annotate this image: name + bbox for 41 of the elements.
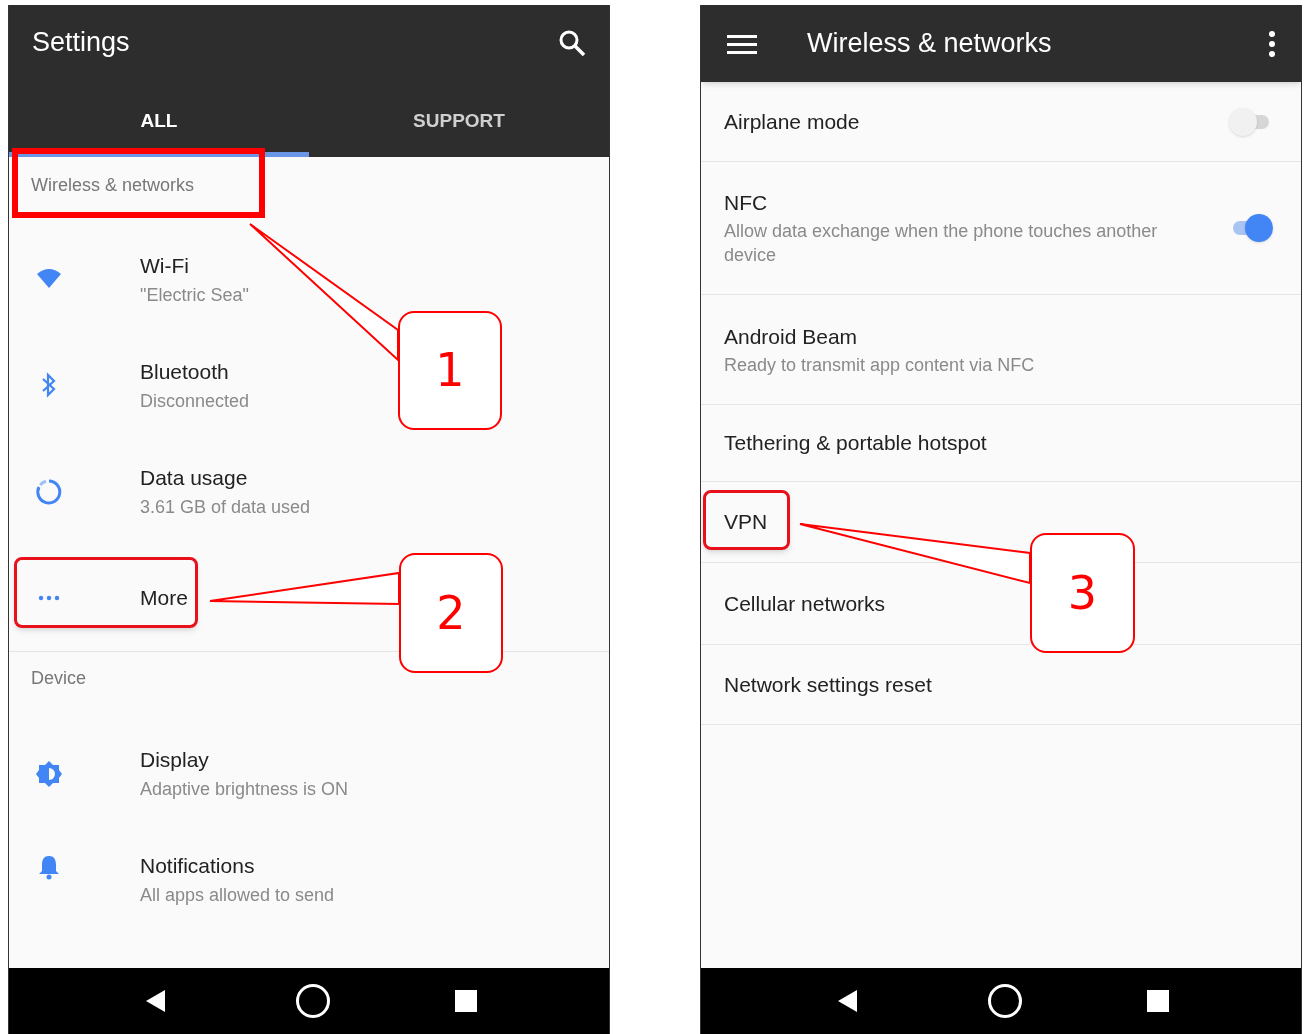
screen-title: Wireless & networks [807, 27, 1053, 61]
item-title: Network settings reset [724, 671, 932, 698]
item-title: Android Beam [724, 323, 859, 350]
callout-bubble: 3 [1030, 533, 1135, 653]
callout-bubble: 2 [399, 553, 503, 673]
tab[interactable]: ALL [9, 80, 309, 157]
item-title: Bluetooth [140, 359, 230, 385]
item-subtitle: Adaptive brightness is ON [140, 778, 349, 801]
circle-arc-icon [35, 478, 63, 506]
item-title: Data usage [140, 465, 249, 491]
item-title: Display [140, 747, 210, 773]
item-title: Tethering & portable hotspot [724, 430, 987, 456]
item-title: Airplane mode [724, 108, 860, 135]
item-title: Wi-Fi [140, 253, 190, 279]
settings-item[interactable]: Airplane mode [701, 82, 1301, 162]
item-subtitle: Disconnected [140, 390, 250, 413]
item-subtitle: All apps allowed to send [140, 884, 335, 907]
recents-button[interactable] [1146, 990, 1169, 1012]
item-subtitle: "Electric Sea" [140, 284, 249, 307]
item-subtitle: Allow data exchange when the phone touches another device [724, 220, 1159, 267]
section-header: Wireless & networks [31, 173, 195, 197]
settings-item[interactable]: NFC Allow data exchange when the phone touches another device [701, 162, 1301, 295]
section-header: Device [31, 667, 87, 690]
screen-title: Settings [32, 26, 130, 60]
item-title: More [140, 585, 188, 611]
home-button[interactable] [988, 984, 1022, 1018]
callout-bubble: 1 [398, 311, 502, 430]
settings-item[interactable]: Android Beam Ready to transmit app content via NFC [701, 295, 1301, 405]
item-subtitle: 3.61 GB of data used [140, 496, 311, 519]
item-subtitle: Ready to transmit app content via NFC [724, 353, 1035, 377]
item-title: VPN [724, 509, 768, 535]
recents-button[interactable] [454, 990, 477, 1012]
home-button[interactable] [296, 984, 330, 1018]
more-dots-icon [38, 595, 60, 601]
more-options-icon[interactable] [1267, 29, 1277, 58]
item-title: Notifications [140, 853, 256, 879]
item-title: NFC [724, 190, 769, 216]
settings-item[interactable]: Tethering & portable hotspot [701, 405, 1301, 482]
brightness-icon [35, 760, 63, 788]
item-title: Cellular networks [724, 590, 886, 617]
tab[interactable]: SUPPORT [309, 80, 609, 157]
